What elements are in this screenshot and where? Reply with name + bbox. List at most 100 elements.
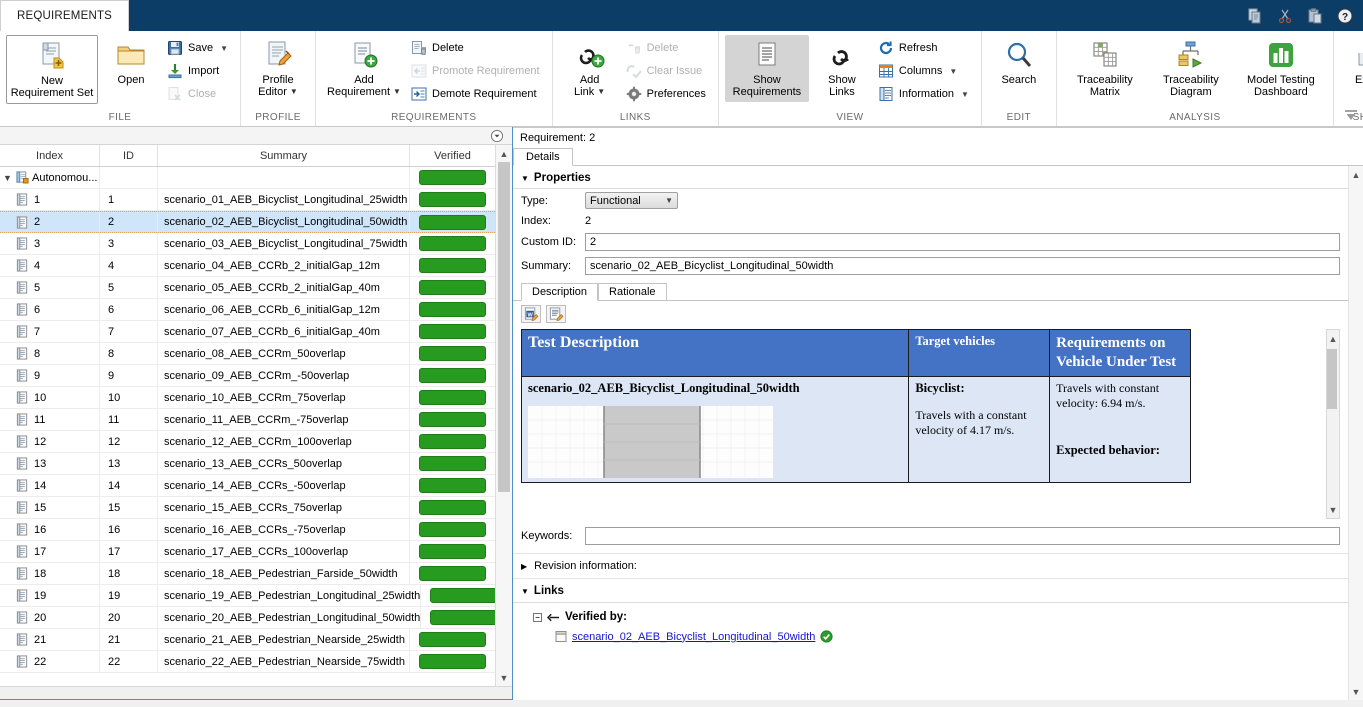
panel-options-icon[interactable] bbox=[490, 129, 504, 143]
table-row[interactable]: 1818scenario_18_AEB_Pedestrian_Farside_5… bbox=[0, 563, 495, 585]
link-item[interactable]: scenario_02_AEB_Bicyclist_Longitudinal_5… bbox=[533, 623, 1348, 643]
scroll-thumb[interactable] bbox=[498, 162, 510, 492]
table-row[interactable]: 66scenario_06_AEB_CCRb_6_initialGap_12m bbox=[0, 299, 495, 321]
cell-summary: scenario_04_AEB_CCRb_2_initialGap_12m bbox=[158, 255, 410, 276]
root-expander-icon[interactable]: ▼ bbox=[2, 173, 13, 183]
table-horizontal-scrollbar[interactable] bbox=[0, 686, 512, 699]
save-button[interactable]: Save ▼ bbox=[164, 37, 234, 59]
table-row[interactable]: 1414scenario_14_AEB_CCRs_-50overlap bbox=[0, 475, 495, 497]
table-row[interactable]: 2222scenario_22_AEB_Pedestrian_Nearside_… bbox=[0, 651, 495, 673]
table-row[interactable]: 88scenario_08_AEB_CCRm_50overlap bbox=[0, 343, 495, 365]
table-row[interactable]: 55scenario_05_AEB_CCRb_2_initialGap_40m bbox=[0, 277, 495, 299]
properties-expand-icon[interactable]: ▼ bbox=[521, 174, 529, 183]
table-vertical-scrollbar[interactable]: ▲ ▼ bbox=[495, 145, 512, 686]
scroll-down-icon[interactable]: ▼ bbox=[496, 669, 513, 686]
add-link-button[interactable]: Add Link ▼ bbox=[559, 35, 621, 102]
search-button[interactable]: Search bbox=[988, 35, 1050, 90]
help-icon[interactable]: ? bbox=[1337, 8, 1353, 24]
import-button[interactable]: Import bbox=[164, 60, 234, 82]
description-scroll-thumb[interactable] bbox=[1327, 349, 1337, 409]
refresh-button[interactable]: Refresh bbox=[875, 37, 975, 59]
table-row[interactable]: 33scenario_03_AEB_Bicyclist_Longitudinal… bbox=[0, 233, 495, 255]
table-row[interactable]: 1616scenario_16_AEB_CCRs_-75overlap bbox=[0, 519, 495, 541]
export-button[interactable]: Export ▼ bbox=[1340, 35, 1363, 98]
description-scroll-up-icon[interactable]: ▲ bbox=[1325, 330, 1342, 347]
description-scroll-down-icon[interactable]: ▼ bbox=[1325, 501, 1342, 518]
edit-rich-text-button[interactable] bbox=[546, 305, 566, 323]
cell-id: 22 bbox=[100, 651, 158, 672]
table-row[interactable]: 2121scenario_21_AEB_Pedestrian_Nearside_… bbox=[0, 629, 495, 651]
columns-caret-icon[interactable]: ▼ bbox=[949, 67, 957, 76]
column-header-summary[interactable]: Summary bbox=[158, 145, 410, 166]
table-row-root[interactable]: ▼Autonomou... bbox=[0, 167, 495, 189]
summary-input[interactable]: scenario_02_AEB_Bicyclist_Longitudinal_5… bbox=[585, 257, 1340, 275]
column-header-verified[interactable]: Verified bbox=[410, 145, 495, 166]
table-row[interactable]: 11scenario_01_AEB_Bicyclist_Longitudinal… bbox=[0, 189, 495, 211]
new-requirement-set-button[interactable]: New Requirement Set bbox=[6, 35, 98, 104]
table-row[interactable]: 1010scenario_10_AEB_CCRm_75overlap bbox=[0, 387, 495, 409]
links-collapse-icon[interactable]: − bbox=[533, 613, 542, 622]
details-scroll-down-icon[interactable]: ▼ bbox=[1348, 683, 1363, 700]
open-button[interactable]: Open bbox=[100, 35, 162, 90]
table-row[interactable]: 1717scenario_17_AEB_CCRs_100overlap bbox=[0, 541, 495, 563]
table-row[interactable]: 1212scenario_12_AEB_CCRm_100overlap bbox=[0, 431, 495, 453]
revision-expand-icon[interactable]: ▶ bbox=[521, 562, 527, 571]
table-row[interactable]: 44scenario_04_AEB_CCRb_2_initialGap_12m bbox=[0, 255, 495, 277]
delete-requirement-button[interactable]: Delete bbox=[408, 37, 546, 59]
collapse-ribbon-icon[interactable] bbox=[1343, 108, 1359, 124]
type-chevron-down-icon[interactable]: ▼ bbox=[665, 196, 673, 205]
revision-information-row[interactable]: ▶ Revision information: bbox=[513, 553, 1348, 579]
properties-section-header[interactable]: ▼ Properties bbox=[513, 166, 1348, 189]
link-item-label[interactable]: scenario_02_AEB_Bicyclist_Longitudinal_5… bbox=[572, 631, 815, 643]
information-button[interactable]: Information ▼ bbox=[875, 83, 975, 105]
table-row[interactable]: 77scenario_07_AEB_CCRb_6_initialGap_40m bbox=[0, 321, 495, 343]
profile-editor-caret-icon[interactable]: ▼ bbox=[290, 88, 298, 96]
cut-icon[interactable] bbox=[1277, 8, 1293, 24]
information-caret-icon[interactable]: ▼ bbox=[961, 90, 969, 99]
table-row[interactable]: 99scenario_09_AEB_CCRm_-50overlap bbox=[0, 365, 495, 387]
custom-id-input[interactable]: 2 bbox=[585, 233, 1340, 251]
import-icon bbox=[167, 63, 183, 79]
tab-requirements[interactable]: REQUIREMENTS bbox=[0, 0, 129, 31]
table-row[interactable]: 1313scenario_13_AEB_CCRs_50overlap bbox=[0, 453, 495, 475]
link-group-verified-by[interactable]: − Verified by: bbox=[533, 611, 1348, 623]
requirement-doc-icon bbox=[16, 567, 29, 580]
details-scroll-up-icon[interactable]: ▲ bbox=[1348, 166, 1363, 183]
traceability-matrix-button[interactable]: Traceability Matrix bbox=[1063, 35, 1147, 102]
traceability-diagram-button[interactable]: Traceability Diagram bbox=[1149, 35, 1233, 102]
show-links-button[interactable]: Show Links bbox=[811, 35, 873, 102]
open-in-word-button[interactable]: W bbox=[521, 305, 541, 323]
description-scrollbar[interactable]: ▲ ▼ bbox=[1326, 329, 1340, 519]
paste-icon[interactable] bbox=[1307, 8, 1323, 24]
column-header-index[interactable]: Index bbox=[0, 145, 100, 166]
model-testing-dashboard-button[interactable]: Model Testing Dashboard bbox=[1235, 35, 1327, 102]
verified-indicator bbox=[419, 215, 486, 230]
add-requirement-caret-icon[interactable]: ▼ bbox=[393, 88, 401, 96]
tab-description[interactable]: Description bbox=[521, 283, 598, 301]
table-row[interactable]: 1919scenario_19_AEB_Pedestrian_Longitudi… bbox=[0, 585, 495, 607]
scroll-track[interactable] bbox=[496, 162, 512, 669]
table-row[interactable]: 1111scenario_11_AEB_CCRm_-75overlap bbox=[0, 409, 495, 431]
scroll-up-icon[interactable]: ▲ bbox=[496, 145, 513, 162]
save-caret-icon[interactable]: ▼ bbox=[220, 44, 228, 53]
links-expand-icon[interactable]: ▼ bbox=[521, 587, 529, 596]
tab-rationale[interactable]: Rationale bbox=[598, 283, 666, 301]
table-row[interactable]: 2020scenario_20_AEB_Pedestrian_Longitudi… bbox=[0, 607, 495, 629]
tab-details[interactable]: Details bbox=[513, 148, 573, 166]
table-row[interactable]: 22scenario_02_AEB_Bicyclist_Longitudinal… bbox=[0, 211, 495, 233]
links-section-header[interactable]: ▼ Links bbox=[513, 579, 1348, 603]
profile-editor-button[interactable]: Profile Editor ▼ bbox=[247, 35, 309, 102]
show-requirements-button[interactable]: Show Requirements bbox=[725, 35, 809, 102]
column-header-id[interactable]: ID bbox=[100, 145, 158, 166]
columns-button[interactable]: Columns ▼ bbox=[875, 60, 975, 82]
add-link-caret-icon[interactable]: ▼ bbox=[597, 88, 605, 96]
table-row[interactable]: 1515scenario_15_AEB_CCRs_75overlap bbox=[0, 497, 495, 519]
demote-requirement-button[interactable]: Demote Requirement bbox=[408, 83, 546, 105]
keywords-input[interactable] bbox=[585, 527, 1340, 545]
preferences-button[interactable]: Preferences bbox=[623, 83, 712, 105]
requirement-doc-icon bbox=[16, 545, 29, 558]
copy-icon[interactable] bbox=[1247, 8, 1263, 24]
add-requirement-button[interactable]: Add Requirement ▼ bbox=[322, 35, 406, 102]
details-vertical-scrollbar[interactable]: ▲ ▼ bbox=[1348, 166, 1363, 700]
type-select[interactable]: Functional ▼ bbox=[585, 192, 678, 209]
